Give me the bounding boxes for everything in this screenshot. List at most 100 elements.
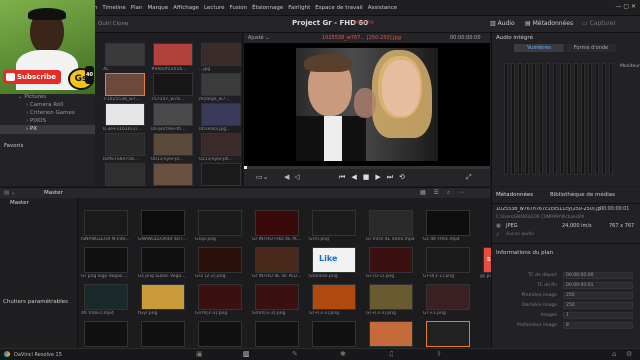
timeline-clip[interactable] [312, 321, 356, 347]
media-clip[interactable] [141, 321, 185, 347]
menu-item[interactable]: Étalonnage [252, 5, 283, 11]
media-thumbnail[interactable] [201, 73, 241, 96]
media-thumbnail[interactable] [105, 73, 145, 96]
master-bin[interactable]: Master [10, 200, 29, 206]
tab-meters[interactable]: Vumètres [514, 44, 564, 52]
stop-icon[interactable]: ■ [363, 173, 376, 181]
jog-left-icon[interactable]: ◀ [284, 173, 294, 181]
capture-button[interactable]: ▭ Capturer [582, 20, 616, 27]
skip-start-icon[interactable]: ⏮ [339, 173, 351, 181]
media-clip[interactable] [198, 321, 242, 347]
media-thumbnail[interactable] [153, 103, 193, 126]
media-clip[interactable] [255, 284, 299, 310]
view-options-icon[interactable]: ▭⌄ [256, 173, 268, 181]
capture-icon: ▭ [582, 20, 590, 27]
reverse-icon[interactable]: ◀ [351, 173, 362, 181]
clip-label: Gr2 [2-2].png [195, 274, 226, 279]
media-thumbnail[interactable] [201, 163, 241, 186]
media-clip[interactable] [426, 247, 470, 273]
menu-item[interactable]: Timeline [102, 5, 125, 11]
media-clip[interactable] [84, 284, 128, 310]
media-clip[interactable] [255, 321, 299, 347]
skip-end-icon[interactable]: ⏭ [387, 173, 399, 181]
tree-item[interactable]: › PIXOS [26, 118, 46, 124]
panel-toggle-icon[interactable]: ▤ ⌄ [4, 190, 16, 196]
menu-item[interactable]: Affichage [173, 5, 199, 11]
metadata-field-value[interactable]: 00:00:00:00 [563, 272, 633, 279]
metadata-field-value[interactable]: 250 [563, 302, 633, 309]
media-thumbnail[interactable] [153, 43, 193, 66]
menu-item[interactable]: Marque [147, 5, 168, 11]
fullscreen-icon[interactable]: ⤢ [466, 173, 472, 182]
cut-page-icon[interactable]: ✎ [292, 350, 298, 358]
media-clip[interactable] [426, 210, 470, 236]
menu-item[interactable]: Fusion [230, 5, 248, 11]
media-clip[interactable] [84, 247, 128, 273]
zoom-select[interactable]: Ajusté ⌄ [248, 35, 269, 41]
audio-button[interactable]: ▥ Audio [490, 20, 515, 27]
media-thumbnail[interactable] [153, 163, 193, 186]
media-page-icon[interactable]: ▣ [196, 350, 203, 358]
settings-icon[interactable]: ⚙ [626, 350, 632, 358]
media-clip[interactable] [369, 321, 413, 347]
viewer-panel[interactable] [244, 43, 490, 166]
media-clip[interactable] [312, 284, 356, 310]
media-clip[interactable] [312, 210, 356, 236]
menu-item[interactable]: Espace de travail [315, 5, 362, 11]
media-thumbnail[interactable] [153, 73, 193, 96]
media-clip[interactable] [141, 247, 185, 273]
media-clip[interactable] [84, 210, 128, 236]
media-clip[interactable] [426, 284, 470, 310]
media-clip[interactable] [369, 210, 413, 236]
media-clip[interactable] [426, 321, 470, 347]
deliver-page-icon[interactable]: ⇪ [436, 350, 442, 358]
play-icon[interactable]: ▶ [375, 173, 386, 181]
tree-item-selected[interactable]: › PX [26, 126, 37, 132]
edit-page-icon[interactable]: ▥ [243, 350, 250, 358]
master-tab[interactable]: Master [44, 190, 63, 196]
fairlight-page-icon[interactable]: ♫ [388, 350, 394, 358]
media-thumbnail[interactable] [105, 133, 145, 156]
media-thumbnail[interactable] [105, 163, 145, 186]
metadata-button[interactable]: ▤ Métadonnées [525, 20, 573, 27]
tree-item[interactable]: › Camera Roll [26, 102, 63, 108]
media-library-tab[interactable]: Bibliothèque de médias [550, 192, 615, 198]
media-thumbnail[interactable] [201, 103, 241, 126]
media-thumbnail[interactable] [201, 43, 241, 66]
media-clip[interactable] [84, 321, 128, 347]
media-thumbnail[interactable] [153, 133, 193, 156]
clone-tool-label[interactable]: Outil Clone [98, 21, 128, 27]
folder-icon[interactable] [105, 43, 145, 66]
loop-icon[interactable]: ⟲ [399, 173, 411, 181]
tree-item[interactable]: ⌄ Pictures [18, 94, 46, 100]
metadata-field-value[interactable]: 8 [563, 322, 633, 329]
media-clip[interactable] [198, 284, 242, 310]
menu-item[interactable]: Plan [131, 5, 143, 11]
media-clip[interactable] [141, 284, 185, 310]
menu-item[interactable]: Fairlight [288, 5, 310, 11]
pool-view-controls[interactable]: ▦ ☰ ⌕ ⋯ [420, 189, 467, 197]
media-thumbnail[interactable] [201, 133, 241, 156]
media-clip[interactable] [255, 247, 299, 273]
metadata-tab[interactable]: Métadonnées [496, 192, 533, 198]
metadata-field-value[interactable]: 00:00:00:01 [563, 282, 633, 289]
media-clip[interactable] [369, 284, 413, 310]
metadata-field-value[interactable]: 250 [563, 292, 633, 299]
tree-item[interactable]: › Criterion Games [26, 110, 75, 116]
media-clip[interactable] [141, 210, 185, 236]
tab-waveform[interactable]: Forme d'onde [566, 44, 616, 52]
window-controls[interactable]: — ▢ ✕ [615, 3, 636, 10]
menu-item[interactable]: Lecture [204, 5, 225, 11]
media-clip[interactable] [198, 247, 242, 273]
media-thumbnail[interactable] [105, 103, 145, 126]
media-clip[interactable] [198, 210, 242, 236]
media-clip[interactable]: Like [312, 247, 356, 273]
volume-icon[interactable]: ◁ [294, 173, 304, 181]
fusion-page-icon[interactable]: ✱ [340, 350, 346, 358]
home-icon[interactable]: ⌂ [612, 350, 616, 358]
metadata-field-value[interactable]: 1 [563, 312, 633, 319]
media-clip[interactable] [369, 247, 413, 273]
viewer-header: Ajusté ⌄ 1025538_w767... [250-250].jpg 0… [244, 33, 490, 43]
menu-item[interactable]: Assistance [368, 5, 397, 11]
media-clip[interactable] [255, 210, 299, 236]
